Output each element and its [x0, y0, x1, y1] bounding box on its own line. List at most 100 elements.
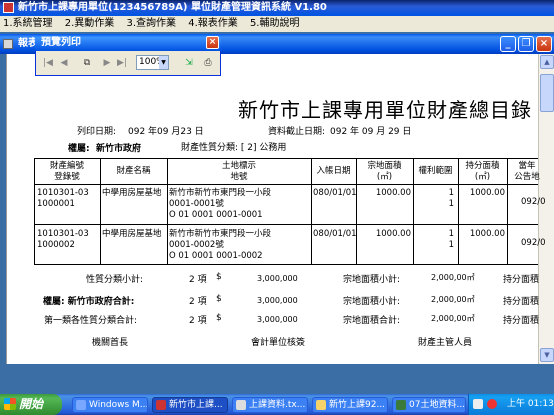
summary-share-label: 持分面積: [503, 275, 540, 285]
folder-icon: [316, 400, 326, 410]
row-rights-den: 1: [448, 240, 454, 250]
cutoff-label: 資料截止日期:: [268, 127, 326, 137]
system-tray: 上午 01:13: [468, 394, 554, 415]
print-date: 092 年09 月23 日: [128, 127, 204, 137]
summary-label: 第一類各性質分類合計:: [44, 316, 138, 326]
last-page-icon[interactable]: ▶|: [115, 56, 129, 70]
scroll-down-icon[interactable]: ▼: [540, 348, 554, 362]
summary-share-label: 持分面積: [503, 297, 540, 307]
row-location-line3: O 01 0001 0001-0001: [169, 210, 263, 220]
menu-system[interactable]: 1.系統管理: [3, 18, 53, 29]
spreadsheet-icon: [396, 400, 406, 410]
export-icon[interactable]: ⇲: [182, 56, 196, 70]
row-location-line1: 新竹市新竹市東門段一小段: [169, 188, 272, 198]
row-rights-den: 1: [448, 199, 454, 209]
taskbar-item-label: 上課資料.tx...: [249, 400, 306, 410]
row-share: 1000.00: [469, 229, 505, 239]
summary-area: 2,000,00㎡: [431, 314, 475, 323]
menu-bar: 1.系統管理 2.異動作業 3.查詢作業 4.報表作業 5.輔助說明: [0, 16, 554, 32]
start-button[interactable]: 開始: [0, 394, 62, 415]
summary-currency: $: [216, 294, 222, 304]
minimize-button[interactable]: _: [500, 36, 516, 52]
menu-help[interactable]: 5.輔助說明: [250, 18, 300, 29]
header-share-line2: (㎡): [474, 172, 491, 182]
copy-pages-icon[interactable]: ⧉: [80, 56, 94, 70]
print-icon[interactable]: ⎙: [201, 56, 215, 70]
row-area: 1000.00: [375, 188, 411, 198]
prev-page-icon[interactable]: ◀: [57, 56, 71, 70]
row-code: 1010301-03: [37, 188, 89, 198]
row-name: 中學用房屋基地: [102, 229, 162, 239]
header-location-line1: 土地標示: [221, 161, 256, 171]
close-button[interactable]: ×: [536, 36, 552, 52]
taskbar-item[interactable]: Windows M...: [72, 397, 148, 413]
header-price-line2: 公告地: [514, 172, 540, 182]
row-location: 新竹市新竹市東門段一小段 0001-0002號 O 01 0001 0001-0…: [169, 229, 271, 262]
taskbar-item-label: Windows M...: [89, 400, 148, 410]
start-label: 開始: [19, 397, 44, 411]
header-location-line2: 地號: [230, 172, 248, 182]
header-code-line2: 登錄號: [54, 172, 80, 182]
app-icon: [3, 2, 14, 13]
row-rights: 1 1: [440, 188, 454, 210]
media-player-icon: [76, 400, 86, 410]
table-header-line: [34, 184, 538, 185]
preview-title-bar: 預覽列印 ×: [35, 34, 221, 51]
summary-area-label: 宗地面積合計:: [343, 316, 401, 326]
menu-reports[interactable]: 4.報表作業: [188, 18, 238, 29]
taskbar-item[interactable]: 上課資料.tx...: [232, 397, 308, 413]
scroll-up-icon[interactable]: ▲: [540, 55, 554, 69]
header-price-line1: 當年: [518, 161, 536, 171]
chevron-down-icon[interactable]: ▼: [159, 56, 168, 69]
next-page-icon[interactable]: ▶: [100, 56, 114, 70]
row-location-line2: 0001-0001號: [169, 199, 224, 209]
row-reg-no: 1000001: [37, 199, 75, 209]
header-area-line1: 宗地面積: [367, 161, 402, 171]
app-icon: [156, 400, 166, 410]
header-name: 財產名稱: [116, 166, 151, 176]
row-rights-num: 1: [448, 188, 454, 198]
taskbar-item[interactable]: 新竹市上課...: [152, 397, 228, 413]
taskbar-item-label: 新竹上課92...: [329, 400, 386, 410]
menu-query[interactable]: 3.查詢作業: [126, 18, 176, 29]
preview-title: 預覽列印: [41, 37, 81, 48]
cutoff-date: 092 年 09 月 29 日: [330, 127, 412, 137]
taskbar-item[interactable]: 新竹上課92...: [312, 397, 388, 413]
vertical-scrollbar[interactable]: ▲ ▼: [538, 54, 554, 364]
summary-area-label: 宗地面積小計:: [343, 297, 401, 307]
summary-count: 2 項: [189, 316, 207, 326]
summary-amount: 3,000,000: [257, 315, 298, 324]
row-location-line1: 新竹市新竹市東門段一小段: [169, 229, 272, 239]
table-row-line: [34, 224, 538, 225]
menu-changes[interactable]: 2.異動作業: [65, 18, 115, 29]
row-location-line2: 0001-0002號: [169, 240, 224, 250]
row-location: 新竹市新竹市東門段一小段 0001-0001號 O 01 0001 0001-0…: [169, 188, 271, 221]
preview-close-button[interactable]: ×: [206, 36, 219, 49]
restore-button[interactable]: ❐: [518, 36, 534, 52]
windows-logo-icon: [4, 398, 16, 410]
row-rights-num: 1: [448, 229, 454, 239]
summary-share-label: 持分面積: [503, 316, 540, 326]
owner: 新竹市政府: [96, 144, 142, 154]
zoom-select[interactable]: 100% ▼: [136, 55, 169, 70]
taskbar-item-label: 新竹市上課...: [169, 400, 223, 410]
header-code-line1: 財產編號: [49, 161, 84, 171]
tray-app-icon[interactable]: [487, 399, 497, 409]
summary-label: 權屬: 新竹市政府合計:: [43, 297, 135, 307]
row-date: 080/01/01: [313, 188, 357, 198]
first-page-icon[interactable]: |◀: [41, 56, 55, 70]
summary-label: 性質分類小計:: [86, 275, 144, 285]
print-date-label: 列印日期:: [77, 127, 117, 137]
row-price: 092/0: [521, 197, 546, 207]
signature-accounting: 會計單位核簽: [251, 338, 306, 348]
row-area: 1000.00: [375, 229, 411, 239]
tray-network-icon[interactable]: [473, 399, 483, 409]
taskbar-item[interactable]: 07土地資料...: [392, 397, 466, 413]
header-price: 當年 公告地: [507, 161, 547, 183]
row-rights: 1 1: [440, 229, 454, 251]
row-share: 1000.00: [469, 188, 505, 198]
scroll-thumb[interactable]: [540, 74, 554, 112]
header-share-line1: 持分面積: [465, 161, 500, 171]
taskbar-item-label: 07土地資料...: [409, 400, 466, 410]
clock: 上午 01:13: [507, 399, 554, 409]
